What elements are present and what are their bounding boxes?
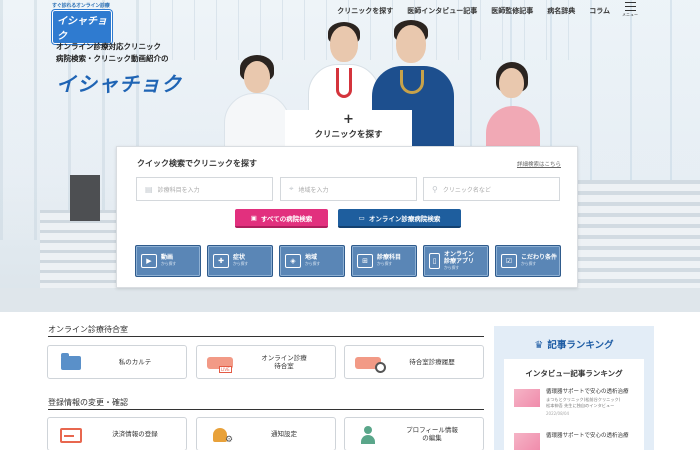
department-input-placeholder: 診療科目を入力 [157, 186, 200, 194]
online-hospitals-search-button[interactable]: ▭ オンライン診療病院検索 [338, 209, 461, 228]
clipboard-icon: ▤ [145, 184, 153, 194]
profile-edit-card[interactable]: プロフィール情報 の編集 [344, 417, 484, 450]
checklist-icon: ☑ [501, 254, 517, 268]
category-video-sub: から探す [161, 261, 177, 267]
waiting-room-history-card[interactable]: 待合室診療履歴 [344, 345, 484, 379]
map-pin-icon: ⌖ [289, 184, 294, 193]
hero-copy: オンライン診療対応クリニック 病院検索・クリニック動画紹介の イシャチョク [56, 40, 182, 97]
first-aid-icon: ✚ [213, 254, 229, 268]
ranking-item-date: 2022/08/04 [546, 411, 570, 416]
plus-icon: + [343, 112, 354, 127]
clinic-name-input[interactable]: ⚲ クリニック名など [423, 177, 560, 201]
article-ranking-panel: ♛ 記事ランキング インタビュー記事ランキング 循環器サポートで安心の透析治療 ま… [494, 326, 654, 450]
article-ranking-title: 記事ランキング [547, 340, 614, 351]
notification-settings-card[interactable]: ⚙ 通知設定 [196, 417, 336, 450]
hero-doorway [70, 175, 100, 221]
nav-disease-dictionary[interactable]: 病名辞典 [547, 6, 575, 16]
payment-info-label: 決済情報の登録 [112, 429, 158, 438]
sofa-icon: LIVE [205, 352, 235, 374]
hospital-icon: ▣ [250, 213, 257, 222]
category-symptom-sub: から探す [233, 261, 249, 267]
crown-icon: ♛ [534, 340, 544, 351]
category-conditions-sub: から探す [521, 261, 537, 267]
category-department-button[interactable]: ⊞ 診療科目 から探す [351, 245, 417, 277]
tab-find-clinic[interactable]: + クリニックを探す [285, 110, 412, 146]
category-online-app-label: オンライン 診療アプリ [444, 250, 475, 265]
category-area-sub: から探す [305, 261, 321, 267]
nav-supervised-articles[interactable]: 医師監修記事 [491, 6, 533, 16]
online-hospitals-search-label: オンライン診療病院検索 [368, 214, 441, 223]
ranking-item-title: 循環器サポートで安心の透析治療 [546, 389, 629, 395]
quick-search-panel: クイック検索でクリニックを探す 詳細検索はこちら ▤ 診療科目を入力 ⌖ 地域を… [116, 146, 578, 288]
profile-edit-label: プロフィール情報 の編集 [406, 425, 458, 442]
payment-info-card[interactable]: 決済情報の登録 [47, 417, 187, 450]
top-nav: クリニックを探す 医師インタビュー記事 医師監修記事 病名辞典 コラム [337, 6, 610, 16]
map-icon: ◈ [285, 254, 301, 268]
nav-find-clinic[interactable]: クリニックを探す [337, 6, 393, 16]
tab-find-clinic-label: クリニックを探す [314, 130, 383, 140]
interview-ranking-title: インタビュー記事ランキング [525, 369, 623, 378]
logo-text: イシャチョク [52, 10, 112, 44]
ranking-thumbnail [514, 433, 540, 450]
live-badge: LIVE [219, 366, 232, 373]
user-icon [353, 424, 383, 446]
hero-brand: イシャチョク [56, 72, 182, 96]
bell-icon: ⚙ [205, 424, 235, 446]
department-input[interactable]: ▤ 診療科目を入力 [136, 177, 273, 201]
hero-staff-pink-photo [484, 62, 540, 146]
registration-title: 登録情報の変更・確認 [48, 398, 128, 407]
waiting-room-divider [48, 336, 484, 337]
menu-button[interactable]: メニュー [620, 2, 640, 20]
category-online-app-sub: から探す [444, 264, 460, 270]
my-chart-label: 私のカルテ [118, 357, 152, 366]
area-input[interactable]: ⌖ 地域を入力 [280, 177, 417, 201]
logo-tagline: すぐ診れるオンライン診療 [52, 3, 110, 9]
online-waiting-room-card[interactable]: LIVE オンライン診療 待合室 [196, 345, 336, 379]
nav-column[interactable]: コラム [589, 6, 610, 16]
area-input-placeholder: 地域を入力 [298, 186, 329, 194]
sofa-clock-icon [353, 352, 386, 374]
folder-icon [56, 352, 86, 374]
category-buttons: ▶ 動画 から探す ✚ 症状 から探す ◈ 地域 から探す ⊞ 診療科目 から探す ▯ … [135, 245, 561, 277]
clinic-name-input-placeholder: クリニック名など [442, 186, 491, 194]
gear-icon: ⚙ [225, 435, 234, 445]
hospital-icon: ⊞ [357, 254, 373, 268]
category-symptom-button[interactable]: ✚ 症状 から探す [207, 245, 273, 277]
quick-search-title: クイック検索でクリニックを探す [137, 159, 257, 168]
credit-card-icon [56, 424, 86, 446]
ranking-item-doctor: 松本伸吾 先生に独自のインタビュー [546, 403, 615, 408]
category-conditions-button[interactable]: ☑ こだわり条件 から探す [495, 245, 561, 277]
hero-doctor-white-coat-photo [308, 22, 380, 124]
hero-nurse-photo [222, 55, 292, 148]
hero-line-1: オンライン診療対応クリニック [56, 42, 161, 51]
nav-doctor-interviews[interactable]: 医師インタビュー記事 [407, 6, 477, 16]
category-department-sub: から探す [377, 261, 393, 267]
hero-floor [0, 288, 700, 312]
ranking-thumbnail [514, 389, 540, 407]
category-video-button[interactable]: ▶ 動画 から探す [135, 245, 201, 277]
video-icon: ▶ [141, 254, 157, 268]
registration-divider [48, 409, 484, 410]
online-waiting-room-label: オンライン診療 待合室 [261, 353, 307, 370]
notification-settings-label: 通知設定 [271, 429, 297, 438]
category-online-app-button[interactable]: ▯ オンライン 診療アプリ から探す [423, 245, 489, 277]
waiting-room-title: オンライン診療待合室 [48, 325, 128, 334]
hamburger-icon [624, 2, 636, 11]
hero-line-2: 病院検索・クリニック動画紹介の [56, 54, 169, 64]
waiting-room-history-label: 待合室診療履歴 [409, 357, 455, 366]
all-hospitals-search-label: すべての病院検索 [260, 214, 313, 223]
interview-ranking-box: インタビュー記事ランキング 循環器サポートで安心の透析治療 まつもとクリニック(… [504, 359, 644, 450]
all-hospitals-search-button[interactable]: ▣ すべての病院検索 [235, 209, 328, 228]
my-chart-card[interactable]: 私のカルテ [47, 345, 187, 379]
smartphone-icon: ▯ [429, 253, 440, 269]
search-icon: ⚲ [432, 184, 438, 194]
monitor-icon: ▭ [358, 213, 365, 222]
advanced-search-link[interactable]: 詳細検索はこちら [517, 160, 561, 168]
site-logo[interactable]: すぐ診れるオンライン診療 イシャチョク [52, 2, 112, 44]
category-area-button[interactable]: ◈ 地域 から探す [279, 245, 345, 277]
ranking-item-title: 循環器サポートで安心の透析治療 [546, 433, 629, 439]
menu-label: メニュー [622, 12, 638, 17]
